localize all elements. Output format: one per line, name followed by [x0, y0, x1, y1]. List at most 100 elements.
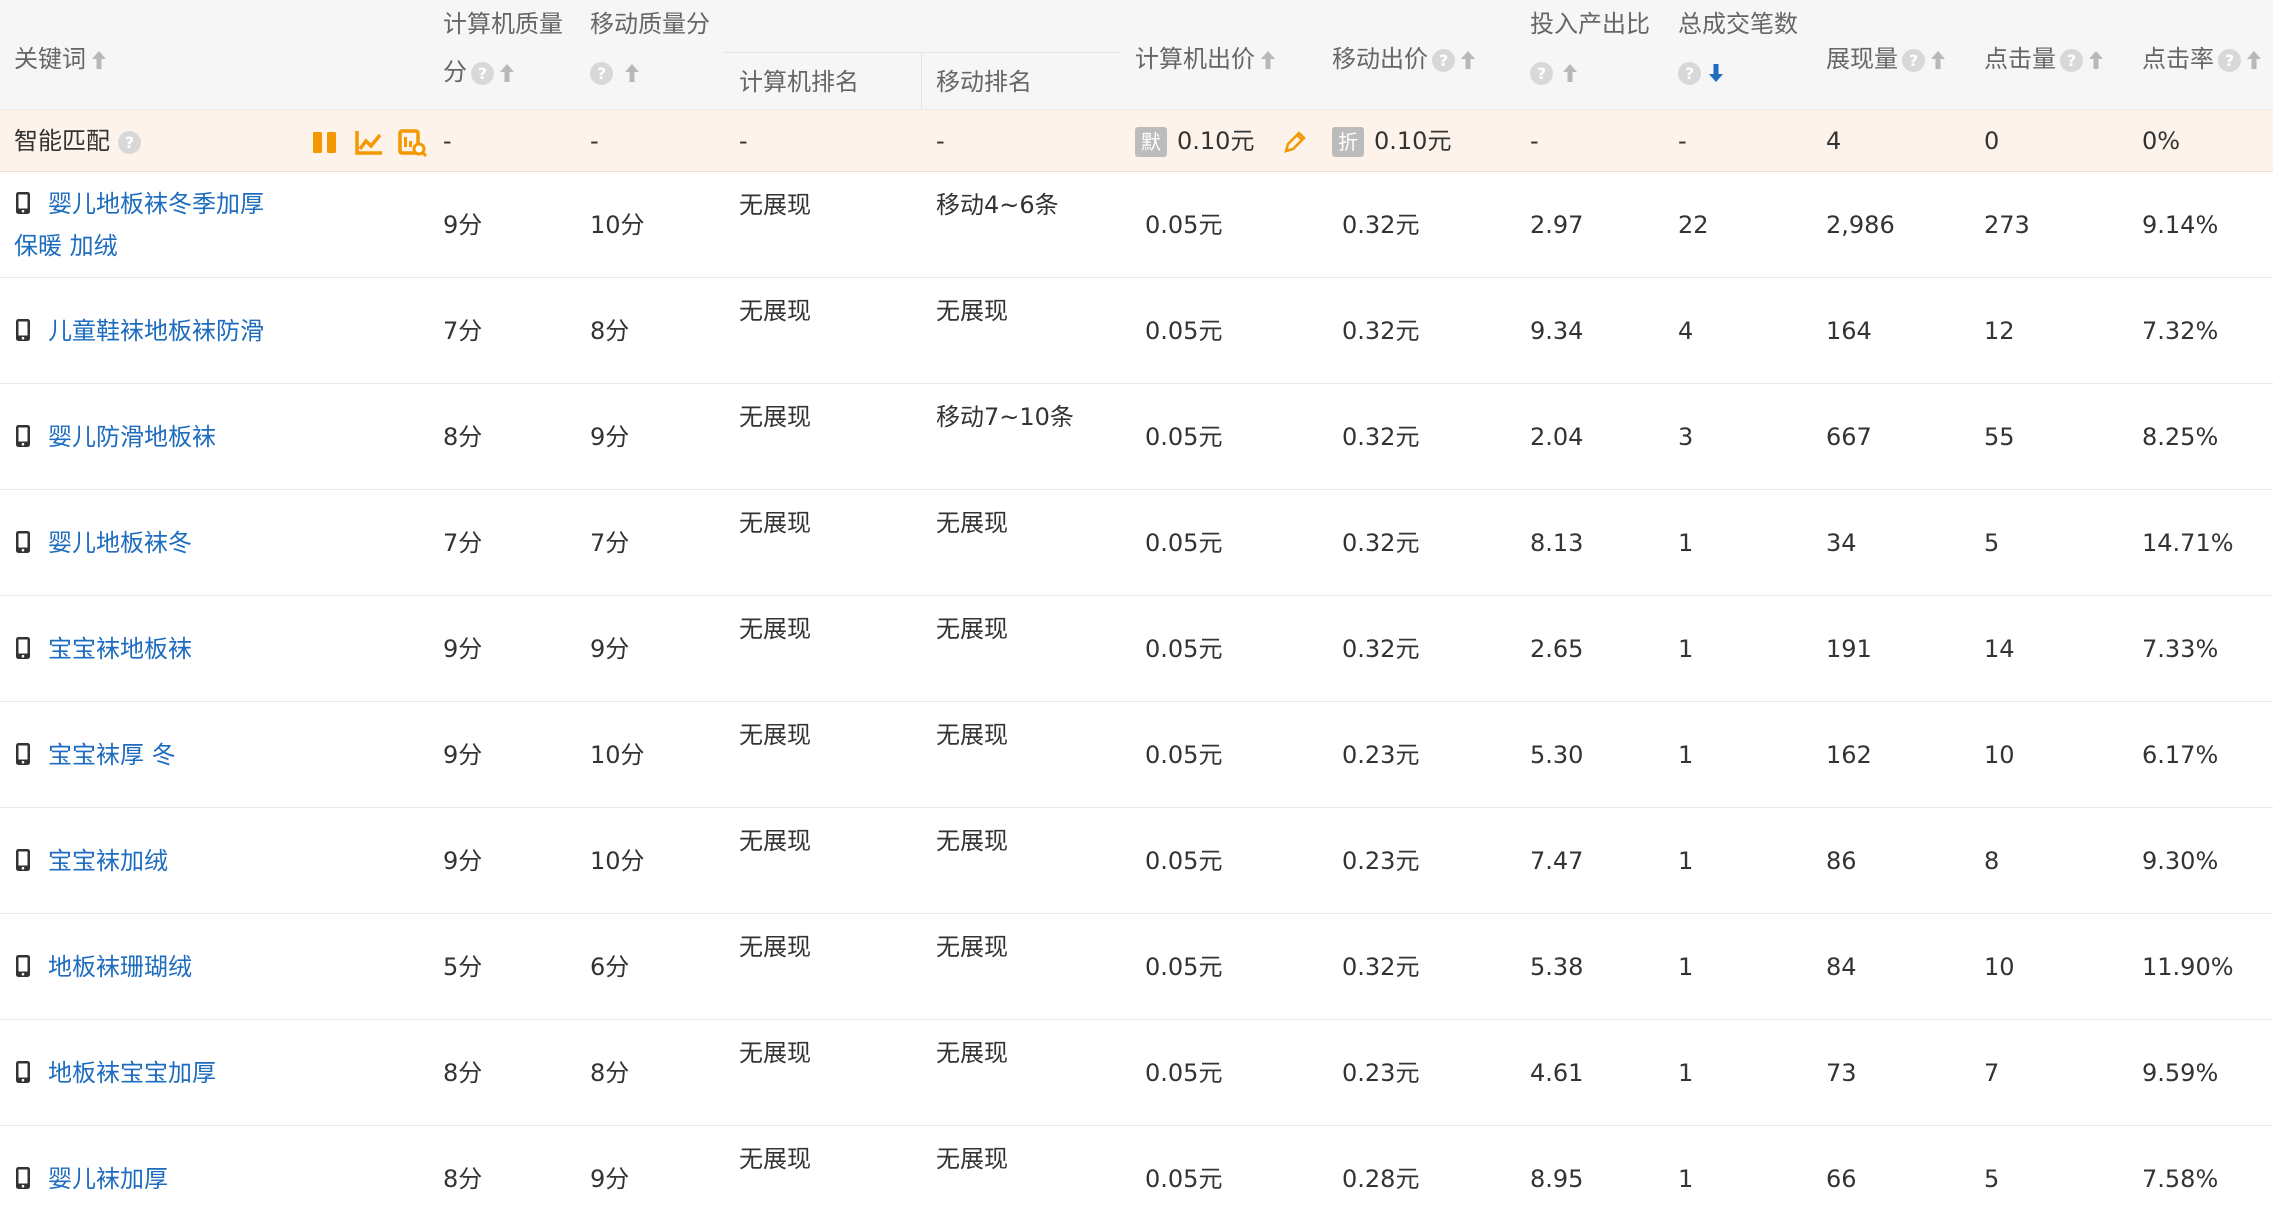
keyword-link[interactable]: 地板袜宝宝加厚	[48, 1059, 216, 1087]
mobile-device-icon	[16, 531, 30, 553]
header-mobile-bid[interactable]: 移动出价?	[1332, 0, 1522, 110]
mobile-rank: 移动4~6条	[936, 191, 1059, 219]
keyword-link[interactable]: 地板袜珊瑚绒	[48, 953, 192, 981]
keyword-cell: 地板袜宝宝加厚	[14, 1020, 264, 1126]
header-total-deals[interactable]: 总成交笔数 ?	[1678, 0, 1818, 110]
header-roi[interactable]: 投入产出比 ?	[1530, 0, 1670, 110]
keyword-link[interactable]: 宝宝袜地板袜	[48, 635, 192, 663]
help-icon[interactable]: ?	[2218, 48, 2241, 72]
roi: 5.30	[1530, 741, 1584, 769]
sort-up-icon[interactable]	[90, 48, 108, 72]
mobile-quality: 8分	[590, 1059, 630, 1087]
rank-group-divider	[724, 0, 1119, 53]
pc-rank: 无展现	[739, 509, 811, 537]
impressions: 66	[1826, 1165, 1857, 1193]
pause-icon[interactable]	[310, 127, 340, 157]
keyword-link[interactable]: 婴儿袜加厚	[48, 1165, 168, 1193]
help-icon[interactable]: ?	[1432, 48, 1455, 72]
header-ctr[interactable]: 点击率?	[2142, 0, 2273, 110]
clicks: 55	[1984, 423, 2015, 451]
table-header: 关键词 计算机质量 分? 移动质量分 ? 计算机排名 移动排名 计算机出价 移动…	[0, 0, 2273, 110]
impressions: 191	[1826, 635, 1872, 663]
keyword-link[interactable]: 婴儿地板袜冬	[48, 529, 192, 557]
sort-down-active-icon[interactable]	[1707, 61, 1725, 85]
sort-up-icon[interactable]	[1259, 48, 1277, 72]
sort-up-icon[interactable]	[1459, 48, 1477, 72]
mobile-rank: 无展现	[936, 933, 1008, 961]
sort-up-icon[interactable]	[2087, 48, 2105, 72]
help-icon[interactable]: ?	[118, 130, 141, 154]
sort-up-icon[interactable]	[1929, 48, 1947, 72]
header-impressions[interactable]: 展现量?	[1826, 0, 1976, 110]
smart-match-tools	[310, 110, 428, 172]
roi: 8.13	[1530, 529, 1584, 557]
help-icon[interactable]: ?	[1530, 61, 1553, 85]
mobile-rank: 无展现	[936, 615, 1008, 643]
pc-quality: 9分	[443, 211, 483, 239]
mobile-bid: 0.32元	[1342, 529, 1420, 557]
smart-mobile-rank: -	[936, 127, 945, 155]
pc-bid: 0.05元	[1145, 1059, 1223, 1087]
smart-roi: -	[1530, 127, 1539, 155]
keyword-link[interactable]: 宝宝袜厚 冬	[48, 741, 176, 769]
roi: 2.04	[1530, 423, 1584, 451]
keyword-cell: 宝宝袜加绒	[14, 808, 264, 914]
header-pc-quality[interactable]: 计算机质量 分?	[443, 0, 583, 110]
help-icon[interactable]: ?	[471, 61, 494, 85]
report-icon[interactable]	[397, 127, 428, 157]
help-icon[interactable]: ?	[1902, 48, 1925, 72]
pc-bid: 0.05元	[1145, 211, 1223, 239]
header-pc-bid-label: 计算机出价	[1135, 45, 1255, 73]
edit-pencil-icon[interactable]	[1282, 129, 1308, 155]
mobile-bid: 0.32元	[1342, 423, 1420, 451]
header-pc-bid[interactable]: 计算机出价	[1135, 0, 1325, 110]
smart-pc-rank: -	[739, 127, 748, 155]
pc-quality: 8分	[443, 1059, 483, 1087]
smart-match-text: 智能匹配	[14, 127, 110, 155]
ctr: 9.14%	[2142, 211, 2219, 239]
keyword-cell: 宝宝袜厚 冬	[14, 702, 264, 808]
total-deals: 1	[1678, 635, 1694, 663]
pc-rank: 无展现	[739, 827, 811, 855]
smart-total-deals: -	[1678, 127, 1687, 155]
keyword-link[interactable]: 宝宝袜加绒	[48, 847, 168, 875]
pc-rank: 无展现	[739, 933, 811, 961]
clicks: 5	[1984, 529, 2000, 557]
roi: 5.38	[1530, 953, 1584, 981]
sort-up-icon[interactable]	[1561, 61, 1579, 85]
table-row: 宝宝袜厚 冬 9分 10分 无展现 无展现 0.05元 0.23元 5.30 1…	[0, 702, 2273, 808]
total-deals: 1	[1678, 1165, 1694, 1193]
mobile-quality: 9分	[590, 423, 630, 451]
smart-pc-quality: -	[443, 127, 452, 155]
sort-up-icon[interactable]	[2245, 48, 2263, 72]
total-deals: 4	[1678, 317, 1694, 345]
header-mobile-quality[interactable]: 移动质量分 ?	[590, 0, 720, 110]
discount-bid-tag: 折	[1332, 127, 1364, 157]
help-icon[interactable]: ?	[2060, 48, 2083, 72]
default-bid-tag: 默	[1135, 127, 1167, 157]
keyword-link[interactable]: 儿童鞋袜地板袜防滑	[48, 317, 264, 345]
smart-match-label: 智能匹配?	[14, 110, 141, 172]
mobile-device-icon	[16, 319, 30, 341]
mobile-device-icon	[16, 1167, 30, 1189]
keyword-link[interactable]: 婴儿防滑地板袜	[48, 423, 216, 451]
header-clicks[interactable]: 点击量?	[1984, 0, 2134, 110]
header-total-deals-label: 总成交笔数	[1678, 10, 1798, 38]
sort-up-icon[interactable]	[498, 61, 516, 85]
help-icon[interactable]: ?	[590, 61, 613, 85]
keyword-link[interactable]: 婴儿地板袜冬季加厚保暖 加绒	[14, 190, 264, 260]
impressions: 2,986	[1826, 211, 1895, 239]
total-deals: 1	[1678, 529, 1694, 557]
header-keyword[interactable]: 关键词	[14, 0, 434, 110]
impressions: 162	[1826, 741, 1872, 769]
help-icon[interactable]: ?	[1678, 61, 1701, 85]
mobile-quality: 6分	[590, 953, 630, 981]
ctr: 7.33%	[2142, 635, 2219, 663]
impressions: 667	[1826, 423, 1872, 451]
trend-chart-icon[interactable]	[354, 127, 384, 157]
sort-up-icon[interactable]	[623, 61, 641, 85]
ctr: 8.25%	[2142, 423, 2219, 451]
mobile-rank: 移动7~10条	[936, 403, 1074, 431]
ctr: 7.58%	[2142, 1165, 2219, 1193]
keyword-report-table: 关键词 计算机质量 分? 移动质量分 ? 计算机排名 移动排名 计算机出价 移动…	[0, 0, 2273, 1230]
